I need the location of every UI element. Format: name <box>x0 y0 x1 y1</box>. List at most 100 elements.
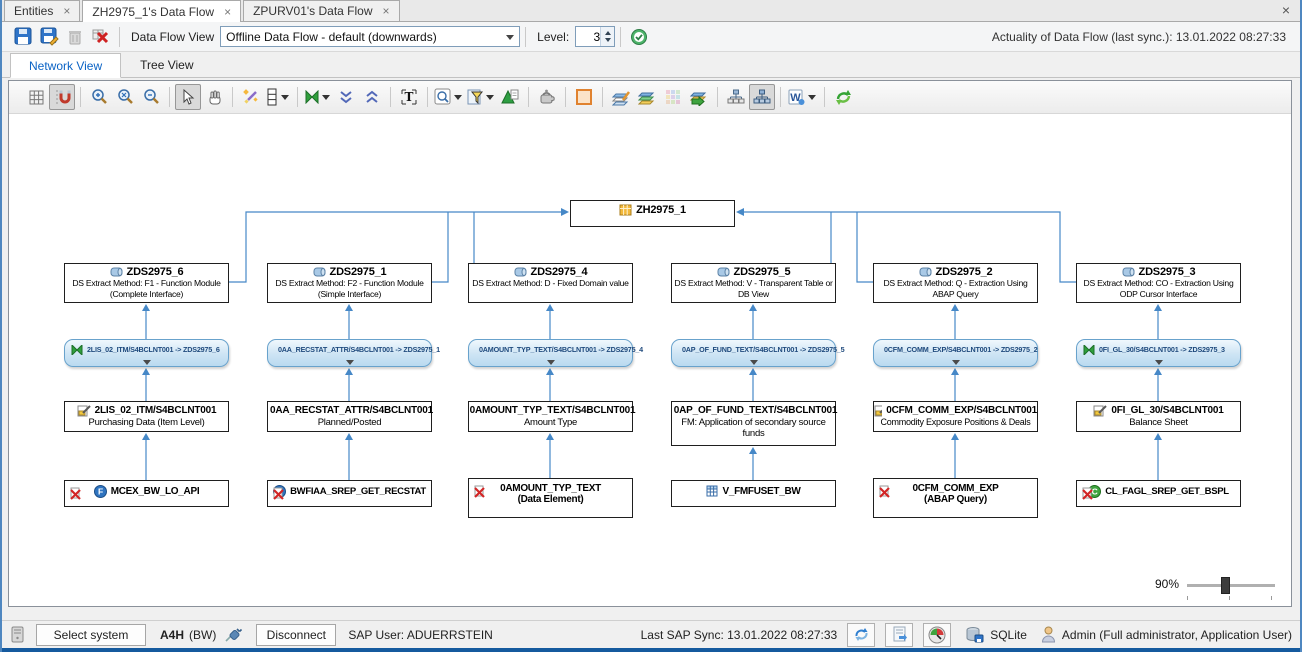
filter-button[interactable] <box>465 84 497 110</box>
pan-button[interactable] <box>201 84 227 110</box>
zoom-fit-button[interactable] <box>112 84 138 110</box>
node-0cfm-comm-exp-src[interactable]: 0CFM_COMM_EXP/S4BCLNT001 Commodity Expos… <box>873 401 1038 432</box>
window-close-icon[interactable]: × <box>1282 3 1290 17</box>
node-0fi-gl-30-src[interactable]: 0FI_GL_30/S4BCLNT001 Balance Sheet <box>1076 401 1241 432</box>
tab-close-icon[interactable]: × <box>383 4 390 18</box>
transformation-zds2975-4[interactable]: 0AMOUNT_TYP_TEXT/S4BCLNT001 -> ZDS2975_4 <box>468 339 633 367</box>
tab-network-view[interactable]: Network View <box>10 53 121 78</box>
last-sap-sync-label: Last SAP Sync: 13.01.2022 08:27:33 <box>641 628 838 642</box>
node-2lis-02-itm[interactable]: 2LIS_02_ITM/S4BCLNT001 Purchasing Data (… <box>64 401 229 432</box>
collapse-all-button[interactable] <box>359 84 385 110</box>
level-stepper[interactable]: 3 <box>575 26 615 47</box>
collapse-caret-icon[interactable] <box>750 360 758 365</box>
node-0cfm-comm-exp[interactable]: 0CFM_COMM_EXP (ABAP Query) <box>873 478 1038 518</box>
auto-layout-button[interactable] <box>238 84 264 110</box>
color-grid-button[interactable] <box>660 84 686 110</box>
remove-data-flow-button[interactable] <box>88 24 114 50</box>
disconnect-button[interactable]: Disconnect <box>256 624 336 646</box>
transformation-zds2975-5[interactable]: 0AP_OF_FUND_TEXT/S4BCLNT001 -> ZDS2975_5 <box>671 339 836 367</box>
stepper-arrows[interactable] <box>600 27 614 46</box>
infoprovider-cube-icon <box>619 203 632 216</box>
node-zds2975-3[interactable]: ZDS2975_3 DS Extract Method: CO - Extrac… <box>1076 263 1241 303</box>
grid-button[interactable] <box>23 84 49 110</box>
node-zds2975-6[interactable]: ZDS2975_6 DS Extract Method: F1 - Functi… <box>64 263 229 303</box>
select-system-button[interactable]: Select system <box>36 624 146 646</box>
tab-close-icon[interactable]: × <box>63 4 70 18</box>
collapse-caret-icon[interactable] <box>547 360 555 365</box>
sap-sync-button[interactable] <box>847 623 875 647</box>
report-button[interactable] <box>885 623 913 647</box>
tree-layout-button[interactable] <box>723 84 749 110</box>
save-button[interactable] <box>10 24 36 50</box>
transformation-zds2975-6[interactable]: 2LIS_02_ITM/S4BCLNT001 -> ZDS2975_6 <box>64 339 229 367</box>
node-0ap-of-fund-text-src[interactable]: 0AP_OF_FUND_TEXT/S4BCLNT001 FM: Applicat… <box>671 401 836 446</box>
save-as-button[interactable] <box>36 24 62 50</box>
transformation-zds2975-1[interactable]: 0AA_RECSTAT_ATTR/S4BCLNT001 -> ZDS2975_1 <box>267 339 432 367</box>
node-mcex-bw-lo-api[interactable]: FMCEX_BW_LO_API <box>64 480 229 507</box>
collapse-caret-icon[interactable] <box>952 360 960 365</box>
transformation-label: 0FI_GL_30/S4BCLNT001 -> ZDS2975_3 <box>1099 345 1225 354</box>
collapse-caret-icon[interactable] <box>346 360 354 365</box>
layers-button[interactable] <box>634 84 660 110</box>
zoom-slider-track[interactable] <box>1187 584 1275 587</box>
transformation-label: 0AP_OF_FUND_TEXT/S4BCLNT001 -> ZDS2975_5 <box>682 345 844 354</box>
zoom-region-button[interactable] <box>433 84 465 110</box>
node-zds2975-5[interactable]: ZDS2975_5 DS Extract Method: V - Transpa… <box>671 263 836 303</box>
settings-button[interactable] <box>534 84 560 110</box>
tab-zpurv01-data-flow[interactable]: ZPURV01's Data Flow × <box>243 0 399 21</box>
performance-button[interactable] <box>923 623 951 647</box>
zoom-slider-thumb[interactable] <box>1221 577 1230 594</box>
node-zds2975-2[interactable]: ZDS2975_2 DS Extract Method: Q - Extract… <box>873 263 1038 303</box>
node-zds2975-1[interactable]: ZDS2975_1 DS Extract Method: F2 - Functi… <box>267 263 432 303</box>
collapse-caret-icon[interactable] <box>143 360 151 365</box>
toolbar-separator <box>717 87 718 107</box>
node-v-fmfuset-bw[interactable]: V_FMFUSET_BW <box>671 480 836 507</box>
delete-button[interactable] <box>62 24 88 50</box>
transformation-button[interactable] <box>303 84 333 110</box>
toolbar-separator <box>169 87 170 107</box>
node-0aa-recstat-attr[interactable]: 0AA_RECSTAT_ATTR/S4BCLNT001 Planned/Post… <box>267 401 432 432</box>
zoom-tick <box>1229 596 1230 600</box>
svg-text:F: F <box>98 487 103 497</box>
zoom-in-button[interactable] <box>86 84 112 110</box>
transformation-zds2975-3[interactable]: 0FI_GL_30/S4BCLNT001 -> ZDS2975_3 <box>1076 339 1241 367</box>
refresh-button[interactable] <box>830 84 856 110</box>
tab-entities[interactable]: Entities × <box>4 0 80 21</box>
word-export-button[interactable]: W <box>786 84 819 110</box>
data-flow-view-dropdown[interactable]: Offline Data Flow - default (downwards) <box>220 26 520 47</box>
node-0amount-typ-text-src[interactable]: 0AMOUNT_TYP_TEXT/S4BCLNT001 Amount Type <box>468 401 633 432</box>
node-bwfiaa-srep-get-recstat[interactable]: FBWFIAA_SREP_GET_RECSTAT <box>267 480 432 507</box>
node-zh2975-1[interactable]: ZH2975_1 <box>570 200 735 227</box>
text-mode-button[interactable]: T <box>396 84 422 110</box>
svg-text:T: T <box>405 90 414 104</box>
toolbar-separator <box>602 87 603 107</box>
zoom-out-button[interactable] <box>138 84 164 110</box>
node-title: 0CFM_COMM_EXP <box>912 483 998 494</box>
diagram-canvas[interactable]: ZH2975_1 ZDS2975_6 DS Extract Method: F1… <box>9 114 1291 606</box>
transformation-label: 0CFM_COMM_EXP/S4BCLNT001 -> ZDS2975_2 <box>884 345 1037 354</box>
select-pointer-button[interactable] <box>175 84 201 110</box>
cone-highlight-button[interactable] <box>497 84 523 110</box>
frame-button[interactable] <box>571 84 597 110</box>
node-0amount-typ-text[interactable]: 0AMOUNT_TYP_TEXT (Data Element) <box>468 478 633 518</box>
double-chevron-down-icon <box>338 89 354 105</box>
stepper-down-icon[interactable] <box>605 38 611 42</box>
snap-button[interactable] <box>49 84 75 110</box>
node-zds2975-4[interactable]: ZDS2975_4 DS Extract Method: D - Fixed D… <box>468 263 633 303</box>
sync-status-button[interactable] <box>626 24 652 50</box>
toolbar-separator <box>824 87 825 107</box>
tab-zh2975-1-data-flow[interactable]: ZH2975_1's Data Flow × <box>82 0 241 22</box>
transformation-zds2975-2[interactable]: 0CFM_COMM_EXP/S4BCLNT001 -> ZDS2975_2 <box>873 339 1038 367</box>
node-cl-fagl-srep-get-bspl[interactable]: CCL_FAGL_SREP_GET_BSPL <box>1076 480 1241 507</box>
gauge-icon <box>928 626 946 644</box>
column-layout-button[interactable] <box>264 84 292 110</box>
zoom-tick <box>1271 596 1272 600</box>
export-layers-button[interactable] <box>686 84 712 110</box>
edit-layers-button[interactable] <box>608 84 634 110</box>
tab-tree-view[interactable]: Tree View <box>121 52 212 77</box>
expand-all-button[interactable] <box>333 84 359 110</box>
stepper-up-icon[interactable] <box>605 31 611 35</box>
collapse-caret-icon[interactable] <box>1155 360 1163 365</box>
tab-close-icon[interactable]: × <box>224 5 231 19</box>
hierarchic-layout-button[interactable] <box>749 84 775 110</box>
